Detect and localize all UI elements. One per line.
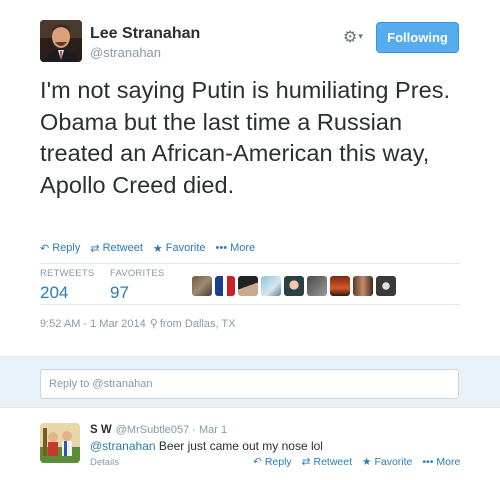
reply-text: @stranahan Beer just came out my nose lo…: [90, 439, 323, 453]
gear-icon[interactable]: ⚙▾: [343, 27, 373, 47]
divider: [40, 304, 460, 305]
favorite-action[interactable]: ★ Favorite: [153, 242, 206, 255]
retweet-action[interactable]: ⇄ Retweet: [90, 242, 143, 255]
tweet-meta: 9:52 AM - 1 Mar 2014 ⚲ from Dallas, TX: [40, 317, 236, 331]
reply-text-body: Beer just came out my nose lol: [155, 439, 323, 453]
favorited-by-avatars: [192, 276, 399, 296]
more-dots-icon: •••: [215, 242, 228, 254]
tweet-actions: ↶ Reply ⇄ Retweet ★ Favorite ••• More: [40, 241, 265, 255]
retweet-icon: ⇄: [301, 456, 311, 468]
avatar[interactable]: [376, 276, 396, 296]
retweet-action[interactable]: ⇄ Retweet: [302, 456, 352, 468]
favorites-label: FAVORITES: [110, 268, 165, 279]
avatar[interactable]: [215, 276, 235, 296]
reply-icon: ↶: [253, 456, 262, 468]
reply-icon: ↶: [40, 242, 50, 255]
more-dots-icon: •••: [422, 456, 434, 468]
reply-mention-link[interactable]: @stranahan: [90, 439, 156, 453]
reply-author-avatar[interactable]: [40, 423, 80, 463]
retweet-label: Retweet: [102, 242, 143, 254]
more-label: More: [436, 456, 461, 468]
retweet-label: Retweet: [313, 456, 353, 468]
tweet-text: I'm not saying Putin is humiliating Pres…: [40, 77, 451, 198]
reply-author-name[interactable]: S W: [90, 424, 112, 436]
reply-action[interactable]: ↶ Reply: [253, 456, 292, 468]
reply-label: Reply: [264, 456, 292, 468]
chevron-down-icon: ▾: [358, 31, 363, 41]
avatar[interactable]: [307, 276, 327, 296]
reply-input[interactable]: Reply to @stranahan: [40, 369, 459, 399]
author-avatar[interactable]: [40, 20, 82, 62]
more-label: More: [230, 242, 256, 254]
author-handle[interactable]: @stranahan: [90, 45, 161, 60]
more-action[interactable]: ••• More: [422, 456, 460, 468]
favorites-stat[interactable]: FAVORITES 97: [110, 268, 164, 303]
retweets-label: RETWEETS: [40, 268, 95, 279]
reply-author-handle[interactable]: @MrSubtle057: [116, 424, 190, 436]
author-name[interactable]: Lee Stranahan: [90, 25, 200, 43]
reply-action[interactable]: ↶ Reply: [40, 242, 80, 255]
retweet-icon: ⇄: [90, 242, 100, 255]
reply-header: S W @MrSubtle057 · Mar 1: [90, 424, 227, 436]
reply-label: Reply: [52, 242, 81, 254]
star-icon: ★: [152, 242, 163, 255]
avatar[interactable]: [284, 276, 304, 296]
reply-details-link[interactable]: Details: [90, 457, 119, 468]
reply-actions: ↶ Reply ⇄ Retweet ★ Favorite ••• More: [253, 456, 470, 468]
divider: [40, 263, 460, 264]
reply-timestamp[interactable]: Mar 1: [199, 424, 227, 436]
tweet-card: Lee Stranahan @stranahan ⚙▾ Following I'…: [0, 0, 500, 356]
reply-tweet[interactable]: S W @MrSubtle057 · Mar 1 @stranahan Beer…: [0, 409, 500, 480]
avatar[interactable]: [353, 276, 373, 296]
favorite-action[interactable]: ★ Favorite: [362, 456, 412, 468]
retweets-stat[interactable]: RETWEETS 204: [40, 268, 94, 303]
reply-area: Reply to @stranahan: [0, 356, 500, 408]
tweet-timestamp[interactable]: 9:52 AM - 1 Mar 2014: [40, 318, 146, 330]
avatar[interactable]: [192, 276, 212, 296]
favorite-label: Favorite: [374, 456, 413, 468]
retweets-count: 204: [40, 283, 69, 302]
avatar[interactable]: [238, 276, 258, 296]
avatar[interactable]: [330, 276, 350, 296]
favorites-count: 97: [110, 283, 129, 302]
separator: ·: [192, 424, 196, 436]
favorite-label: Favorite: [165, 242, 206, 254]
tweet-location[interactable]: from Dallas, TX: [160, 318, 236, 330]
avatar[interactable]: [261, 276, 281, 296]
following-button[interactable]: Following: [376, 22, 459, 53]
more-action[interactable]: ••• More: [216, 242, 256, 254]
location-pin-icon: ⚲: [149, 318, 158, 330]
star-icon: ★: [362, 456, 372, 468]
